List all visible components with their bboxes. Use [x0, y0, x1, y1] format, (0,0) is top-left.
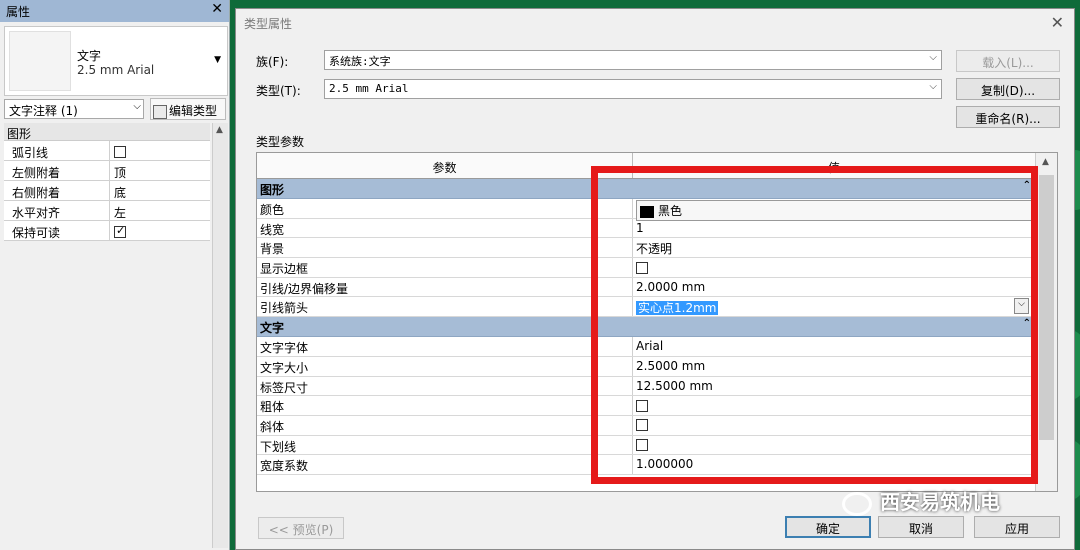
type-label: 类型(T): — [256, 84, 301, 98]
type-subname: 2.5 mm Arial — [77, 63, 155, 77]
close-icon[interactable]: ✕ — [1051, 13, 1064, 32]
param-name: 文字大小 — [257, 356, 633, 376]
property-name: 水平对齐 — [4, 201, 110, 220]
edit-type-icon — [153, 104, 167, 119]
property-value[interactable] — [110, 141, 210, 160]
property-name: 保持可读 — [4, 221, 110, 240]
property-value[interactable]: 顶 — [110, 161, 210, 180]
table-scrollbar[interactable]: ▲ — [1035, 153, 1057, 491]
param-name: 文字字体 — [257, 337, 633, 356]
instance-filter-dropdown[interactable]: 文字注释 (1) ⌵ — [4, 99, 144, 119]
property-value[interactable] — [110, 221, 210, 240]
property-row: 水平对齐 左 — [4, 201, 210, 221]
cancel-button[interactable]: 取消 — [878, 516, 964, 538]
chevron-down-icon: ⌵ — [133, 101, 141, 112]
type-name: 文字 — [77, 49, 102, 63]
param-name: 颜色 — [257, 199, 633, 218]
edit-type-label: 编辑类型 — [169, 104, 218, 118]
param-name: 背景 — [257, 238, 633, 258]
scroll-up-icon[interactable]: ▲ — [216, 125, 223, 135]
param-name: 宽度系数 — [257, 455, 633, 474]
section-title: 文字 — [260, 321, 285, 336]
section-title: 图形 — [260, 183, 285, 197]
load-button[interactable]: 载入(L)... — [956, 50, 1060, 72]
watermark: 西安易筑机电 — [842, 486, 1052, 518]
column-header-parameter[interactable]: 参数 — [257, 153, 633, 178]
edit-type-button[interactable]: 编辑类型 — [150, 98, 226, 120]
property-row: 左侧附着 顶 — [4, 161, 210, 181]
type-selector[interactable]: 文字 2.5 mm Arial ▼ — [4, 26, 228, 96]
rename-button[interactable]: 重命名(R)... — [956, 106, 1060, 128]
param-name: 下划线 — [257, 435, 633, 455]
property-row: 保持可读 — [4, 221, 210, 241]
family-label: 族(F): — [256, 55, 289, 69]
type-dropdown[interactable]: 2.5 mm Arial ⌵ — [324, 79, 942, 99]
property-row: 弧引线 — [4, 141, 210, 161]
property-row: 右侧附着 底 — [4, 181, 210, 201]
param-name: 线宽 — [257, 218, 633, 238]
param-name: 斜体 — [257, 415, 633, 435]
param-name: 引线箭头 — [257, 297, 633, 317]
watermark-text: 西安易筑机电 — [880, 490, 1000, 514]
property-name: 左侧附着 — [4, 161, 110, 180]
properties-grid: 图形 弧引线 左侧附着 顶 右侧附着 底 水平对齐 左 保持可读 — [4, 123, 210, 241]
property-name: 弧引线 — [4, 141, 110, 160]
scrollbar-thumb[interactable] — [1039, 175, 1054, 440]
properties-title: 属性 — [6, 5, 31, 19]
param-name: 显示边框 — [257, 258, 633, 277]
type-value: 2.5 mm Arial — [329, 82, 409, 95]
apply-button[interactable]: 应用 — [974, 516, 1060, 538]
properties-titlebar: 属性 ✕ — [0, 0, 229, 22]
property-name: 右侧附着 — [4, 181, 110, 200]
property-value[interactable]: 左 — [110, 201, 210, 220]
instance-filter-label: 文字注释 (1) — [9, 104, 78, 118]
properties-scrollbar[interactable]: ▲ — [212, 123, 228, 548]
duplicate-button[interactable]: 复制(D)... — [956, 78, 1060, 100]
family-dropdown[interactable]: 系统族:文字 ⌵ — [324, 50, 942, 70]
chevron-down-icon: ⌵ — [929, 81, 937, 92]
preview-button[interactable]: << 预览(P) — [258, 517, 344, 539]
dropdown-arrow-icon[interactable]: ▼ — [214, 55, 221, 65]
properties-panel: 属性 ✕ 文字 2.5 mm Arial ▼ 文字注释 (1) ⌵ 编辑类型 图… — [0, 0, 230, 550]
highlight-annotation-box — [591, 166, 1038, 484]
checkbox-checked[interactable] — [114, 224, 126, 238]
param-name: 标签尺寸 — [257, 376, 633, 396]
checkbox[interactable] — [114, 145, 126, 158]
property-value[interactable]: 底 — [110, 181, 210, 200]
ok-button[interactable]: 确定 — [785, 516, 871, 538]
param-name: 粗体 — [257, 396, 633, 415]
type-preview-thumbnail — [9, 31, 71, 91]
param-name: 引线/边界偏移量 — [257, 277, 633, 297]
scroll-up-icon[interactable]: ▲ — [1042, 157, 1049, 167]
close-icon[interactable]: ✕ — [211, 1, 223, 17]
wechat-icon — [842, 491, 872, 516]
type-parameters-label: 类型参数 — [256, 135, 305, 149]
family-value: 系统族:文字 — [329, 55, 391, 68]
chevron-down-icon: ⌵ — [929, 52, 937, 63]
properties-section-header: 图形 — [4, 123, 210, 141]
dialog-title: 类型属性 — [244, 17, 293, 31]
